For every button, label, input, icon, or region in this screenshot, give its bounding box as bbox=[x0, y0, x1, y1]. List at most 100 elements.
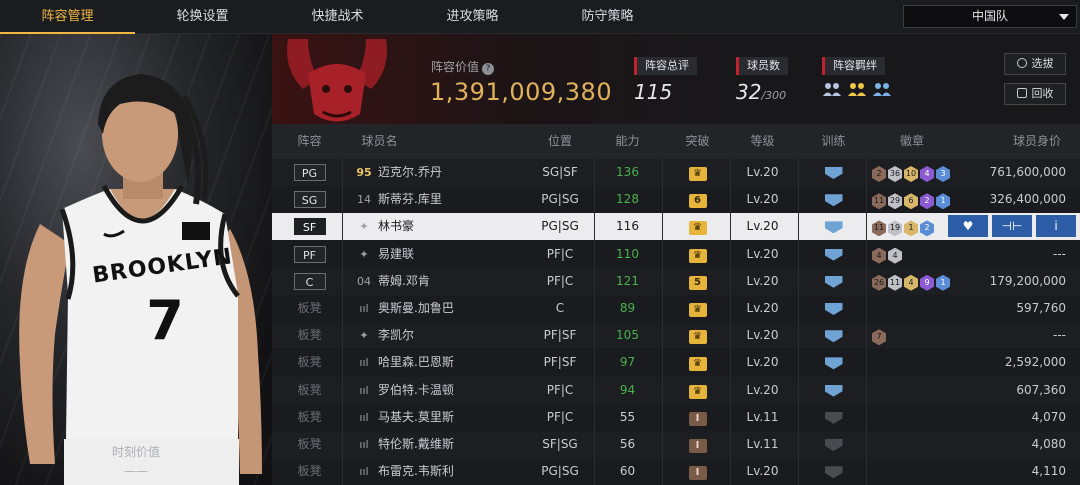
training-icon[interactable] bbox=[824, 439, 843, 451]
badge-icon[interactable]: 4 bbox=[904, 274, 918, 291]
badge-icon[interactable]: 26 bbox=[872, 274, 886, 291]
badge-icon[interactable]: 4 bbox=[888, 247, 902, 264]
badge-icon[interactable]: 2 bbox=[920, 193, 934, 210]
crown-icon[interactable]: ♛ bbox=[688, 221, 707, 236]
training-icon[interactable] bbox=[824, 384, 843, 397]
scout-button-label: 选拔 bbox=[1031, 57, 1054, 70]
tab-quick-tactics[interactable]: 快捷战术 bbox=[270, 0, 405, 34]
table-row[interactable]: PG 95 迈克尔.乔丹 SG|SF 136 ♛ Lv.20 2 36 10 4 3 761,600,0… bbox=[272, 159, 1080, 186]
training-icon[interactable] bbox=[824, 275, 843, 288]
training-cell bbox=[806, 377, 861, 404]
badge-icon[interactable]: 1 bbox=[904, 220, 918, 237]
table-row[interactable]: PF ✦ 易建联 PF|C 110 ♛ Lv.20 4 4 --- bbox=[272, 241, 1080, 268]
train-button[interactable]: ⊣⊢ bbox=[992, 215, 1032, 238]
recycle-button[interactable]: 回收 bbox=[1004, 83, 1066, 105]
player-portrait-panel: BROOKLYN 7 时刻价值 —— bbox=[0, 34, 272, 485]
badge-icon[interactable]: 1 bbox=[936, 274, 950, 291]
training-icon[interactable] bbox=[824, 411, 843, 424]
training-icon[interactable] bbox=[824, 248, 843, 261]
badge-icon[interactable]: 1 bbox=[936, 193, 950, 210]
crown-icon[interactable]: I bbox=[688, 439, 707, 453]
badge-icon[interactable]: 29 bbox=[888, 193, 902, 210]
badge-icon[interactable]: 4 bbox=[920, 166, 934, 182]
badge-icon[interactable]: 9 bbox=[920, 274, 934, 291]
player-name: 斯蒂芬.库里 bbox=[378, 192, 442, 207]
tab-defense[interactable]: 防守策略 bbox=[540, 0, 675, 34]
crown-icon[interactable]: ♛ bbox=[688, 303, 707, 317]
crown-icon[interactable]: ♛ bbox=[688, 384, 707, 399]
bond-icons[interactable] bbox=[822, 81, 892, 101]
help-icon[interactable]: ? bbox=[482, 63, 495, 75]
badge-icon[interactable]: 4 bbox=[872, 247, 886, 264]
training-icon[interactable] bbox=[824, 330, 843, 343]
table-row[interactable]: 板凳 ııl 特伦斯.戴维斯 SF|SG 56 I Lv.11 4,080 bbox=[272, 431, 1080, 458]
jersey-number-icon: ııl bbox=[359, 383, 369, 397]
total-rating-stat: 阵容总评 115 bbox=[634, 54, 697, 104]
training-cell bbox=[806, 458, 861, 485]
badge-icon[interactable]: 7 bbox=[872, 329, 886, 346]
training-icon[interactable] bbox=[824, 357, 843, 370]
refresh-icon bbox=[1016, 58, 1027, 68]
crown-icon[interactable]: 6 bbox=[688, 194, 707, 209]
training-cell bbox=[806, 268, 861, 295]
table-row[interactable]: SG 14 斯蒂芬.库里 PG|SG 128 6 Lv.20 11 29 6 2 1 326,400,0… bbox=[272, 186, 1080, 213]
moment-value-label: 时刻价值 bbox=[111, 445, 160, 459]
table-row[interactable]: 板凳 ııl 罗伯特.卡温顿 PF|C 94 ♛ Lv.20 607,360 bbox=[272, 376, 1080, 404]
scout-button[interactable]: 选拔 bbox=[1004, 53, 1066, 75]
position-cell: PF|SF bbox=[543, 328, 577, 343]
badge-icon[interactable]: 2 bbox=[920, 220, 934, 237]
breakthrough-cell: ♛ bbox=[670, 377, 725, 404]
player-name-cell: ııl 马基夫.莫里斯 bbox=[354, 404, 524, 431]
crown-icon[interactable]: ♛ bbox=[688, 330, 707, 345]
training-icon[interactable] bbox=[824, 221, 843, 234]
tab-offense[interactable]: 进攻策略 bbox=[405, 0, 540, 34]
crown-icon[interactable]: 5 bbox=[688, 275, 707, 290]
badges-cell: 7 bbox=[870, 322, 970, 349]
table-row[interactable]: 板凳 ✦ 李凯尔 PF|SF 105 ♛ Lv.20 7 --- bbox=[272, 322, 1080, 350]
badge-icon[interactable]: 2 bbox=[872, 166, 886, 182]
badge-icon[interactable]: 36 bbox=[888, 166, 902, 182]
crown-icon[interactable]: ♛ bbox=[688, 167, 707, 181]
player-value-cell: --- bbox=[1053, 328, 1066, 343]
badge-icon[interactable]: 6 bbox=[904, 193, 918, 210]
training-icon[interactable] bbox=[824, 194, 843, 207]
crown-icon[interactable]: ♛ bbox=[688, 248, 707, 263]
table-row[interactable]: 板凳 ııl 马基夫.莫里斯 PF|C 55 I Lv.11 4,070 bbox=[272, 404, 1080, 431]
ability-cell: 116 bbox=[616, 219, 639, 234]
badge-icon[interactable]: 11 bbox=[872, 193, 886, 210]
player-name-cell: ııl 哈里森.巴恩斯 bbox=[354, 349, 524, 376]
player-name: 易建联 bbox=[378, 246, 415, 261]
breakthrough-cell: 6 bbox=[670, 186, 725, 213]
table-row[interactable]: 板凳 ııl 哈里森.巴恩斯 PF|SF 97 ♛ Lv.20 2,592,000 bbox=[272, 349, 1080, 376]
badge-icon[interactable]: 3 bbox=[936, 166, 950, 182]
bond-icon-blue[interactable] bbox=[872, 81, 892, 97]
table-row[interactable]: C 04 蒂姆.邓肯 PF|C 121 5 Lv.20 26 11 4 9 1 179,200,000 bbox=[272, 267, 1080, 295]
crown-icon[interactable]: ♛ bbox=[688, 357, 707, 372]
tab-rotation[interactable]: 轮换设置 bbox=[135, 0, 270, 34]
position-cell: SF|SG bbox=[542, 437, 578, 451]
table-row[interactable]: SF ✦ 林书豪 PG|SG 116 ♛ Lv.20 11 19 1 2 ♥ ⊣⊢ i bbox=[272, 213, 1080, 241]
level-cell: Lv.20 bbox=[746, 382, 779, 397]
training-cell bbox=[806, 186, 861, 213]
info-button[interactable]: i bbox=[1036, 215, 1076, 238]
table-row[interactable]: 板凳 ııl 奥斯曼.加鲁巴 C 89 ♛ Lv.20 597,760 bbox=[272, 295, 1080, 322]
badge-icon[interactable]: 10 bbox=[904, 166, 918, 182]
badge-icon[interactable]: 11 bbox=[872, 220, 886, 237]
table-row[interactable]: 板凳 ııl 布雷克.韦斯利 PG|SG 60 I Lv.20 4,110 bbox=[272, 458, 1080, 485]
training-icon[interactable] bbox=[824, 303, 843, 315]
like-button[interactable]: ♥ bbox=[948, 215, 988, 238]
badge-icon[interactable]: 11 bbox=[888, 274, 902, 291]
crown-icon[interactable]: I bbox=[688, 466, 707, 481]
tab-lineup[interactable]: 阵容管理 bbox=[0, 0, 135, 34]
bond-icon-gold[interactable] bbox=[847, 81, 867, 97]
slot-cell: 板凳 bbox=[282, 295, 337, 322]
crown-icon[interactable]: I bbox=[688, 411, 707, 426]
player-value-cell: 2,592,000 bbox=[1004, 355, 1066, 370]
training-icon[interactable] bbox=[824, 466, 843, 479]
team-select[interactable]: 中国队 bbox=[903, 5, 1077, 28]
player-value-cell: 326,400,000 bbox=[989, 192, 1066, 207]
team-select-value: 中国队 bbox=[971, 9, 1008, 23]
bond-icon-silver[interactable] bbox=[822, 81, 842, 97]
training-icon[interactable] bbox=[824, 167, 843, 179]
badge-icon[interactable]: 19 bbox=[888, 220, 902, 237]
